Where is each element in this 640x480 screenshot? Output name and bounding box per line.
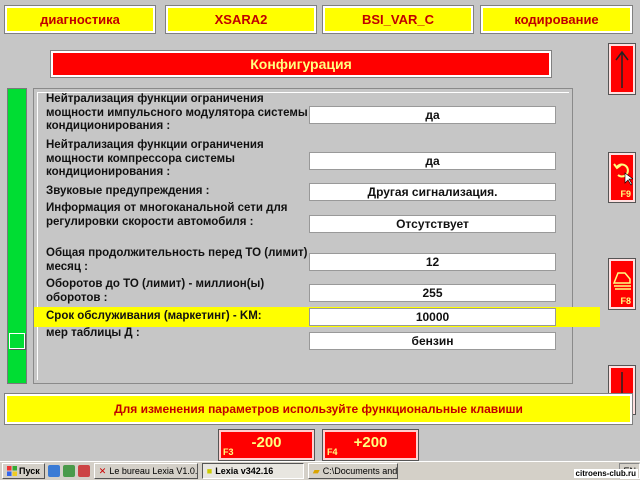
f4-key-label: F4 [327, 447, 338, 457]
tab-coding[interactable]: кодирование [480, 5, 633, 34]
scrollbar-thumb[interactable] [9, 333, 25, 349]
param-value[interactable]: да [309, 106, 556, 124]
param-value[interactable]: да [309, 152, 556, 170]
app-icon[interactable] [77, 465, 90, 477]
f3-key-label: F3 [223, 447, 234, 457]
param-value[interactable]: Другая сигнализация. [309, 183, 556, 201]
taskbar-item[interactable]: ▰ C:\Documents and Settin... [307, 463, 398, 479]
f9-key-label: F9 [620, 189, 631, 199]
tab-ecu[interactable]: BSI_VAR_C [322, 5, 474, 34]
start-button[interactable]: Пуск [2, 463, 45, 479]
page-title: Конфигурация [50, 50, 552, 78]
folder-icon: ▰ [312, 465, 320, 476]
ie-icon[interactable] [47, 465, 60, 477]
param-row[interactable]: Нейтрализация функции ограничения мощнос… [34, 139, 604, 183]
param-row[interactable]: мер таблицы Д : бензин [34, 327, 604, 357]
param-label: Оборотов до ТО (лимит) - миллион(ы) обор… [46, 278, 265, 304]
param-row[interactable]: Информация от многоканальной сети для ре… [34, 202, 604, 246]
param-row[interactable]: Оборотов до ТО (лимит) - миллион(ы) обор… [34, 278, 604, 308]
taskbar-item-active[interactable]: ■ Lexia v342.16 [201, 463, 304, 479]
param-label: Звуковые предупреждения : [46, 185, 210, 197]
decrease-value: -200 [251, 434, 282, 451]
media-icon[interactable] [62, 465, 75, 477]
param-label: Общая продолжительность перед ТО (лимит)… [46, 247, 308, 273]
tab-vehicle[interactable]: XSARA2 [165, 5, 317, 34]
taskbar: Пуск ✕ Le bureau Lexia V1.0.11 ■ Lexia v… [0, 461, 640, 480]
param-label: Нейтрализация функции ограничения мощнос… [46, 139, 264, 178]
scrollbar[interactable] [7, 88, 27, 384]
param-row[interactable]: Звуковые предупреждения : Другая сигнали… [34, 183, 604, 201]
param-value[interactable]: 255 [309, 284, 556, 302]
scroll-up-button[interactable] [608, 43, 636, 95]
param-value[interactable]: 10000 [309, 308, 556, 326]
taskbar-item-label: Lexia v342.16 [215, 466, 274, 476]
param-value[interactable]: Отсутствует [309, 215, 556, 233]
param-row[interactable]: Нейтрализация функции ограничения мощнос… [34, 93, 604, 137]
tab-diagnostics[interactable]: диагностика [4, 5, 156, 34]
hint-message: Для изменения параметров используйте фун… [4, 393, 633, 425]
param-label: Нейтрализация функции ограничения мощнос… [46, 93, 308, 132]
refresh-icon [613, 163, 634, 186]
param-label: Срок обслуживания (маркетинг) - KM: [46, 310, 262, 322]
garage-icon [612, 272, 631, 290]
param-value[interactable]: бензин [309, 332, 556, 350]
param-row[interactable]: Общая продолжительность перед ТО (лимит)… [34, 247, 604, 277]
arrow-up-icon [615, 50, 629, 88]
increase-button[interactable]: +200 F4 [322, 429, 419, 461]
taskbar-item-label: Le bureau Lexia V1.0.11 [109, 466, 198, 476]
watermark: citroens-club.ru [573, 469, 638, 478]
start-label: Пуск [19, 466, 40, 476]
increase-value: +200 [353, 434, 388, 451]
windows-logo-icon [7, 466, 17, 476]
param-value[interactable]: 12 [309, 253, 556, 271]
param-label: Информация от многоканальной сети для ре… [46, 202, 288, 228]
window-icon: ✕ [98, 465, 107, 476]
param-row-selected[interactable]: Срок обслуживания (маркетинг) - KM: 1000… [34, 307, 600, 327]
refresh-button[interactable]: F9 [608, 152, 636, 203]
lexia-icon: ■ [206, 466, 213, 476]
param-label: мер таблицы Д : [46, 327, 140, 339]
decrease-button[interactable]: -200 F3 [218, 429, 315, 461]
taskbar-item-label: C:\Documents and Settin... [322, 466, 398, 476]
garage-button[interactable]: F8 [608, 258, 636, 310]
taskbar-item[interactable]: ✕ Le bureau Lexia V1.0.11 [93, 463, 198, 479]
f8-key-label: F8 [620, 296, 631, 306]
